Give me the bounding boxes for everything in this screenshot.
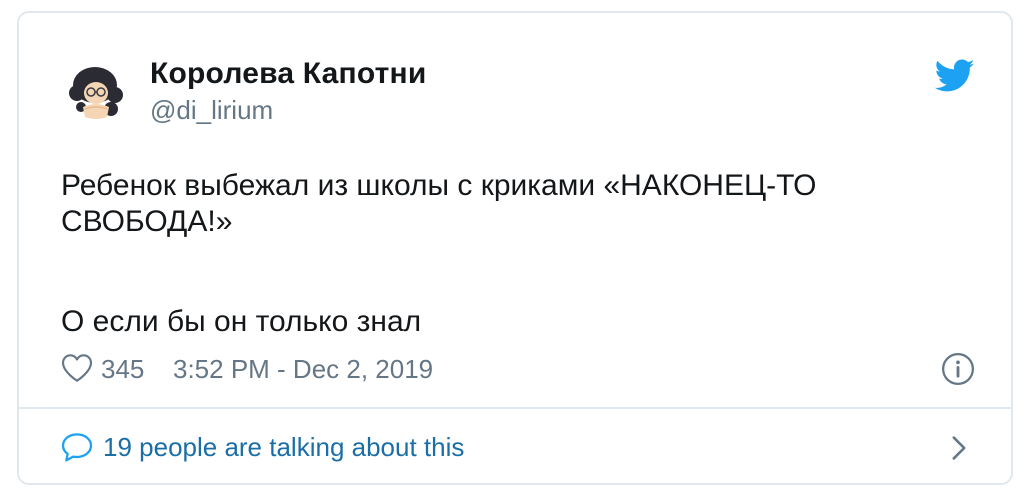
conversation-link[interactable]: 19 people are talking about this <box>61 427 981 467</box>
conversation-label[interactable]: 19 people are talking about this <box>103 432 464 463</box>
tweet-text: Ребенок выбежал из школы с криками «НАКО… <box>61 168 961 340</box>
tweet-timestamp[interactable]: 3:52 PM - Dec 2, 2019 <box>173 354 433 385</box>
divider <box>19 407 1011 409</box>
author-handle[interactable]: @di_lirium <box>150 95 273 126</box>
avatar-illustration <box>61 55 133 127</box>
twitter-bird-icon[interactable] <box>935 59 975 93</box>
speech-bubble-icon <box>61 433 93 462</box>
like-count[interactable]: 345 <box>101 354 144 385</box>
heart-icon[interactable] <box>61 353 93 383</box>
info-icon[interactable] <box>941 352 975 386</box>
tweet-card: Королева Капотни @di_lirium Ребенок выбе… <box>17 11 1013 485</box>
author-display-name[interactable]: Королева Капотни <box>150 57 426 91</box>
chevron-right-icon[interactable] <box>949 435 969 461</box>
tweet-paragraph: О если бы он только знал <box>61 305 422 338</box>
avatar[interactable] <box>61 55 133 127</box>
tweet-footer: 345 3:52 PM - Dec 2, 2019 <box>61 351 981 387</box>
tweet-paragraph: Ребенок выбежал из школы с криками «НАКО… <box>61 169 817 238</box>
